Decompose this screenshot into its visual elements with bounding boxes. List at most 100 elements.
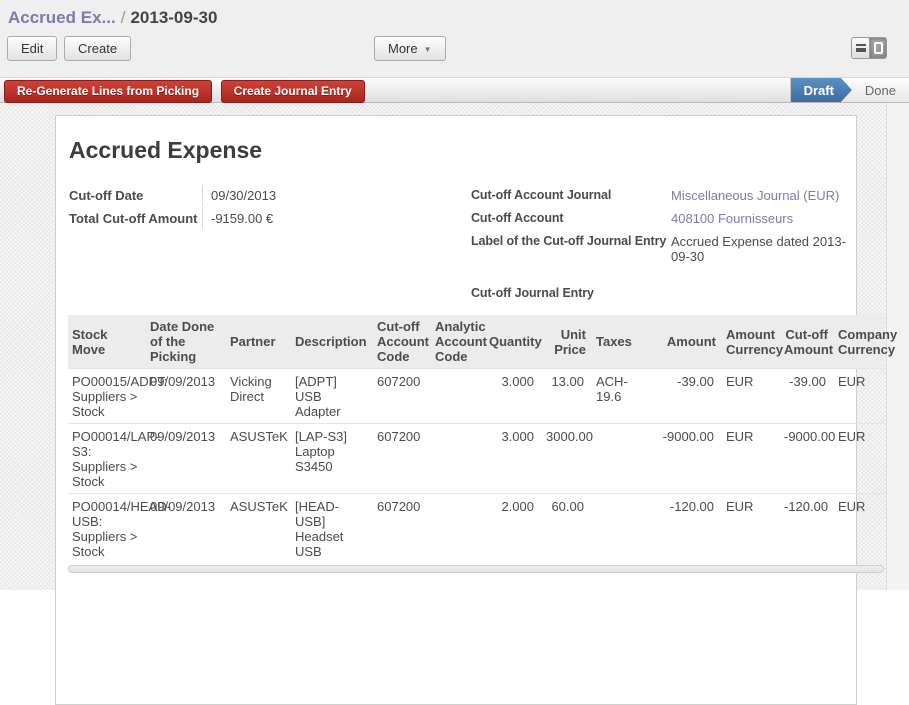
cell-cut-off-amount: -39.00 xyxy=(780,369,834,424)
cell-amount: -120.00 xyxy=(658,494,722,564)
column-header-amount-currency[interactable]: Amount Currency xyxy=(722,315,780,369)
top-header: Accrued Ex.../2013-09-30 Edit Create Mor… xyxy=(0,0,909,77)
column-header-amount[interactable]: Amount xyxy=(658,315,722,369)
cell-partner: Vicking Direct xyxy=(226,369,291,424)
field-row: Cut-off Account 408100 Fournisseurs xyxy=(471,208,853,229)
view-switcher xyxy=(851,37,887,59)
cell-taxes: ACH-19.6 xyxy=(592,369,658,424)
table-row[interactable]: PO00014/LAP-S3: Suppliers > Stock09/09/2… xyxy=(68,424,884,494)
cell-amount: -9000.00 xyxy=(658,424,722,494)
cell-cut-off-account-code: 607200 xyxy=(373,424,431,494)
cell-date-done-of-the-picking: 09/09/2013 xyxy=(146,424,226,494)
cell-company-currency: EUR xyxy=(834,369,884,424)
field-group-left: Cut-off Date 09/30/2013 Total Cut-off Am… xyxy=(69,185,471,305)
list-icon xyxy=(856,44,866,52)
field-value-cutoff-account[interactable]: 408100 Fournisseurs xyxy=(669,208,847,229)
field-row: Cut-off Account Journal Miscellaneous Jo… xyxy=(471,185,853,206)
column-header-quantity[interactable]: Quantity xyxy=(485,315,542,369)
cell-stock-move: PO00014/HEAD-USB: Suppliers > Stock xyxy=(68,494,146,564)
cell-date-done-of-the-picking: 09/09/2013 xyxy=(146,494,226,564)
table-row[interactable]: PO00015/ADPT: Suppliers > Stock09/09/201… xyxy=(68,369,884,424)
field-label-total-cutoff-amount: Total Cut-off Amount xyxy=(69,208,202,229)
breadcrumb-parent-link[interactable]: Accrued Ex... xyxy=(8,8,116,27)
field-value-cutoff-journal-entry xyxy=(669,283,847,303)
cell-description: [ADPT] USB Adapter xyxy=(291,369,373,424)
cell-cut-off-account-code: 607200 xyxy=(373,494,431,564)
cell-cut-off-account-code: 607200 xyxy=(373,369,431,424)
regenerate-lines-button[interactable]: Re-Generate Lines from Picking xyxy=(4,80,212,103)
field-row: Cut-off Date 09/30/2013 xyxy=(69,185,471,206)
action-bar: Re-Generate Lines from Picking Create Jo… xyxy=(0,77,909,103)
cell-quantity: 3.000 xyxy=(485,424,542,494)
cell-partner: ASUSTeK xyxy=(226,424,291,494)
field-row: Cut-off Journal Entry xyxy=(471,283,853,303)
field-groups: Cut-off Date 09/30/2013 Total Cut-off Am… xyxy=(69,185,856,305)
status-step-draft[interactable]: Draft xyxy=(791,78,852,102)
cell-amount-currency: EUR xyxy=(722,494,780,564)
cell-cut-off-amount: -120.00 xyxy=(780,494,834,564)
cell-quantity: 3.000 xyxy=(485,369,542,424)
field-label-cutoff-date: Cut-off Date xyxy=(69,185,202,206)
field-row: Label of the Cut-off Journal Entry Accru… xyxy=(471,231,853,267)
column-header-description[interactable]: Description xyxy=(291,315,373,369)
cell-date-done-of-the-picking: 09/09/2013 xyxy=(146,369,226,424)
breadcrumb: Accrued Ex.../2013-09-30 xyxy=(0,0,909,28)
lines-table-container: Stock MoveDate Done of the PickingPartne… xyxy=(68,315,884,573)
field-row: Total Cut-off Amount -9159.00 € xyxy=(69,208,471,229)
field-label-cutoff-account: Cut-off Account xyxy=(471,208,669,229)
column-header-stock-move[interactable]: Stock Move xyxy=(68,315,146,369)
statusbar: Draft Done xyxy=(790,78,909,102)
chevron-down-icon: ▼ xyxy=(424,45,432,54)
cell-taxes xyxy=(592,424,658,494)
cell-analytic-account-code xyxy=(431,369,485,424)
status-step-done[interactable]: Done xyxy=(852,78,909,102)
cell-cut-off-amount: -9000.00 xyxy=(780,424,834,494)
field-label-journal-entry-label: Label of the Cut-off Journal Entry xyxy=(471,231,669,267)
cell-stock-move: PO00015/ADPT: Suppliers > Stock xyxy=(68,369,146,424)
toolbar: Edit Create More▼ xyxy=(0,36,909,62)
breadcrumb-current: 2013-09-30 xyxy=(130,8,217,27)
field-group-right: Cut-off Account Journal Miscellaneous Jo… xyxy=(471,185,853,305)
column-header-date-done-of-the-picking[interactable]: Date Done of the Picking xyxy=(146,315,226,369)
create-journal-entry-button[interactable]: Create Journal Entry xyxy=(221,80,365,103)
column-header-analytic-account-code[interactable]: Analytic Account Code xyxy=(431,315,485,369)
column-header-taxes[interactable]: Taxes xyxy=(592,315,658,369)
more-button[interactable]: More▼ xyxy=(374,36,446,61)
form-icon xyxy=(874,42,883,54)
column-header-cut-off-amount[interactable]: Cut-off Amount xyxy=(780,315,834,369)
horizontal-scrollbar[interactable] xyxy=(68,565,884,573)
form-view-button[interactable] xyxy=(869,38,886,58)
column-header-unit-price[interactable]: Unit Price xyxy=(542,315,592,369)
cell-taxes xyxy=(592,494,658,564)
cell-partner: ASUSTeK xyxy=(226,494,291,564)
cell-company-currency: EUR xyxy=(834,494,884,564)
create-button[interactable]: Create xyxy=(64,36,131,61)
content-area: Accrued Expense Cut-off Date 09/30/2013 … xyxy=(0,103,909,590)
field-label-cutoff-journal-entry: Cut-off Journal Entry xyxy=(471,283,669,303)
edit-button[interactable]: Edit xyxy=(7,36,57,61)
list-view-button[interactable] xyxy=(852,38,869,58)
table-header-row: Stock MoveDate Done of the PickingPartne… xyxy=(68,315,884,369)
cell-unit-price: 60.00 xyxy=(542,494,592,564)
table-row[interactable]: PO00014/HEAD-USB: Suppliers > Stock09/09… xyxy=(68,494,884,564)
lines-table: Stock MoveDate Done of the PickingPartne… xyxy=(68,315,884,563)
field-value-cutoff-date: 09/30/2013 xyxy=(202,185,276,206)
column-header-partner[interactable]: Partner xyxy=(226,315,291,369)
column-header-cut-off-account-code[interactable]: Cut-off Account Code xyxy=(373,315,431,369)
field-label-cutoff-account-journal: Cut-off Account Journal xyxy=(471,185,669,206)
cell-unit-price: 3000.00 xyxy=(542,424,592,494)
column-header-company-currency[interactable]: Company Currency xyxy=(834,315,884,369)
cell-amount-currency: EUR xyxy=(722,369,780,424)
field-value-journal-entry-label: Accrued Expense dated 2013-09-30 xyxy=(669,231,847,267)
field-value-cutoff-account-journal[interactable]: Miscellaneous Journal (EUR) xyxy=(669,185,847,206)
cell-description: [LAP-S3] Laptop S3450 xyxy=(291,424,373,494)
cell-amount-currency: EUR xyxy=(722,424,780,494)
cell-unit-price: 13.00 xyxy=(542,369,592,424)
cell-amount: -39.00 xyxy=(658,369,722,424)
cell-quantity: 2.000 xyxy=(485,494,542,564)
page-title: Accrued Expense xyxy=(69,137,856,164)
cell-stock-move: PO00014/LAP-S3: Suppliers > Stock xyxy=(68,424,146,494)
cell-analytic-account-code xyxy=(431,424,485,494)
field-value-total-cutoff-amount: -9159.00 € xyxy=(202,208,273,229)
cell-company-currency: EUR xyxy=(834,424,884,494)
